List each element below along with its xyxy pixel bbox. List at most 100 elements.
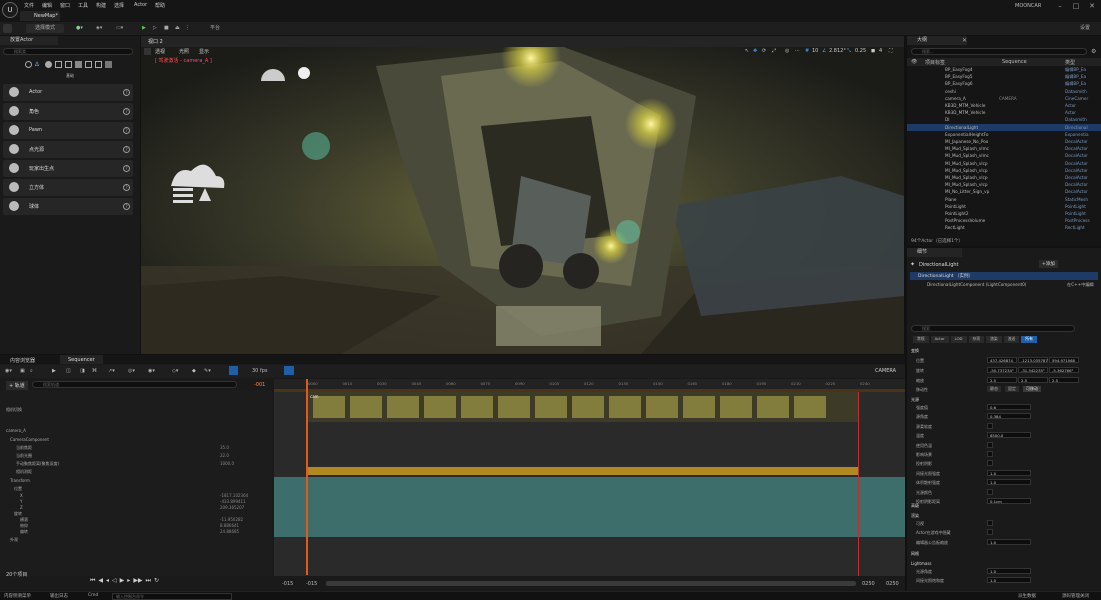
world-local-icon[interactable]: ◎ <box>785 48 789 54</box>
track-label[interactable]: 相机切换 <box>6 407 22 413</box>
menu-edit[interactable]: 编辑 <box>42 2 52 9</box>
find-icon[interactable]: ⌕ <box>30 368 33 374</box>
section-advanced[interactable]: 高级 <box>911 503 919 509</box>
property-field[interactable] <box>987 460 993 467</box>
camera-speed-value[interactable]: 4 <box>879 48 882 54</box>
curve-icon[interactable]: ◉▾ <box>148 368 155 374</box>
snap-icon[interactable] <box>229 366 238 375</box>
help-icon[interactable]: ? <box>123 127 130 134</box>
mobility-static[interactable]: 静态 <box>987 386 1001 392</box>
lights-icon[interactable] <box>45 61 52 68</box>
key-options-icon[interactable]: ⌘ <box>92 368 97 374</box>
property-field[interactable] <box>987 422 993 429</box>
source-control-button[interactable]: 源码管理关闭 <box>1062 593 1089 599</box>
details-tab[interactable]: 细节 <box>907 248 962 257</box>
help-icon[interactable]: ? <box>123 203 130 210</box>
track-value[interactable]: 8.886641 <box>220 523 239 528</box>
track-label[interactable]: Transform <box>10 478 30 483</box>
track-label[interactable]: 当前焦距 <box>16 445 32 451</box>
track-value[interactable]: 209.365207 <box>220 505 244 510</box>
place-actors-tab[interactable]: 放置Actor <box>0 36 58 45</box>
play-icon[interactable]: ▶ <box>142 24 150 33</box>
location-x-field[interactable]: 437.426874 <box>987 357 1017 363</box>
section-mesh[interactable]: 网格 <box>911 551 919 557</box>
step-back-icon[interactable]: ◂ <box>106 577 109 585</box>
outliner-row[interactable]: ceshi Datasmith <box>907 88 1101 95</box>
property-field[interactable]: 0.6 <box>987 404 1031 410</box>
camera-speed-icon[interactable]: ◼ <box>871 48 875 54</box>
playhead[interactable] <box>306 379 308 575</box>
world-icon[interactable]: ◉▾ <box>5 368 12 374</box>
menu-select[interactable]: 选择 <box>114 2 124 9</box>
track-value[interactable]: 35.0 <box>220 445 229 450</box>
close-icon[interactable]: ✕ <box>1084 1 1100 11</box>
outliner-row[interactable]: BP_EasyFog4 编辑BP_Ea <box>907 66 1101 73</box>
track-value[interactable]: -433.899411 <box>220 499 246 504</box>
outliner-settings-icon[interactable]: ⚙ <box>1091 48 1096 55</box>
add-component-button[interactable]: +添加 <box>1039 260 1058 268</box>
menu-help[interactable]: 帮助 <box>155 2 165 9</box>
outliner-row[interactable]: DI Datasmith <box>907 116 1101 123</box>
place-pawn-item[interactable]: Pawn? <box>3 122 133 139</box>
track-value[interactable]: 1000.0 <box>220 461 234 466</box>
basic-icon[interactable]: ∆ <box>35 61 42 68</box>
map-tab[interactable]: NewMap* <box>20 11 60 21</box>
filter-general[interactable]: 常规 <box>913 336 929 343</box>
outliner-row[interactable]: BP_EasyFog5 编辑BP_Ea <box>907 73 1101 80</box>
outliner-row[interactable]: MI_Mud_Splash_vlmc DecalActor <box>907 145 1101 152</box>
filter-all[interactable]: 所有 <box>1021 336 1037 343</box>
console-input[interactable]: 输入控制台命令 <box>112 593 232 600</box>
details-search-input[interactable]: 搜索 <box>911 325 1075 332</box>
filter-render[interactable]: 渲染 <box>986 336 1002 343</box>
track-label[interactable]: 外观 <box>10 537 18 543</box>
track-label[interactable]: Z <box>20 505 23 510</box>
place-cube-item[interactable]: 立方体? <box>3 179 133 196</box>
col-item-label[interactable]: 项目标签 <box>925 59 945 66</box>
geometry-icon[interactable] <box>75 61 82 68</box>
outliner-row[interactable]: BP_EasyFog6 编辑BP_Ea <box>907 80 1101 87</box>
property-field[interactable] <box>987 451 993 457</box>
property-field[interactable]: 6500.0 <box>987 432 1031 439</box>
maximize-icon[interactable]: □ <box>1068 1 1084 11</box>
settings-button[interactable]: 设置 <box>1070 24 1098 33</box>
place-character-item[interactable]: 角色? <box>3 103 133 120</box>
outliner-row[interactable]: MI_Japanese_No_Poo DecalActor <box>907 138 1101 145</box>
sequencer-tab[interactable]: Sequencer <box>60 355 103 364</box>
place-player-start-item[interactable]: 玩家出生点? <box>3 160 133 177</box>
track-label[interactable]: 相机测距 <box>16 469 32 475</box>
track-label[interactable]: X <box>20 493 23 498</box>
menu-actor[interactable]: Actor <box>134 2 147 8</box>
outliner-search-input[interactable]: 搜索... <box>911 48 1087 55</box>
help-icon[interactable]: ? <box>123 108 130 115</box>
track-label[interactable]: 手动聚焦距离(聚焦深度) <box>16 461 59 467</box>
stop-icon[interactable]: ■ <box>164 24 172 33</box>
outliner-close-icon[interactable]: ✕ <box>962 37 967 44</box>
property-field[interactable]: 1.0 <box>987 568 1031 574</box>
derived-data-button[interactable]: 派生数据 <box>1018 593 1036 599</box>
track-value[interactable]: -11.950282 <box>220 517 243 522</box>
key-interp-icon[interactable]: ◇▾ <box>172 368 178 374</box>
place-point-light-item[interactable]: 点光源? <box>3 141 133 158</box>
track-label[interactable]: 当前光圈 <box>16 453 32 459</box>
track-label[interactable]: 位置 <box>14 486 22 492</box>
outliner-tab[interactable]: 大纲 <box>907 36 967 45</box>
rotation-x-field[interactable]: -50.737234° <box>987 367 1017 373</box>
track-value[interactable]: -1817.102364 <box>220 493 248 498</box>
view-range-start[interactable]: -015 <box>282 581 293 587</box>
level-viewport[interactable]: 视口 2 透视 光照 显示 [ 驾驶激活 - camera_A ] ↖ ✥ ⟳ … <box>141 36 904 354</box>
property-field[interactable] <box>987 441 993 448</box>
step-icon[interactable]: ▷ <box>153 24 161 33</box>
component-root-row[interactable]: DirectionalLight （实例） <box>910 272 1098 280</box>
output-log-button[interactable]: 输出日志 <box>50 593 68 599</box>
view-mode-button[interactable]: 透视 <box>155 48 165 55</box>
select-tool-icon[interactable]: ↖ <box>745 48 749 54</box>
help-icon[interactable]: ? <box>123 184 130 191</box>
outliner-row[interactable]: MI_Mud_Splash_vlcp DecalActor <box>907 174 1101 181</box>
work-range-start[interactable]: -015 <box>306 581 317 587</box>
outliner-row[interactable]: PointLight2 PointLight <box>907 210 1101 217</box>
outliner-row[interactable]: Plane StaticMesh <box>907 196 1101 203</box>
camera-cut-section[interactable]: cam <box>308 392 858 422</box>
filter-streaming[interactable]: 流送 <box>1003 336 1020 343</box>
rotate-icon[interactable]: ⟳ <box>762 48 766 54</box>
transform-section[interactable] <box>274 477 905 537</box>
